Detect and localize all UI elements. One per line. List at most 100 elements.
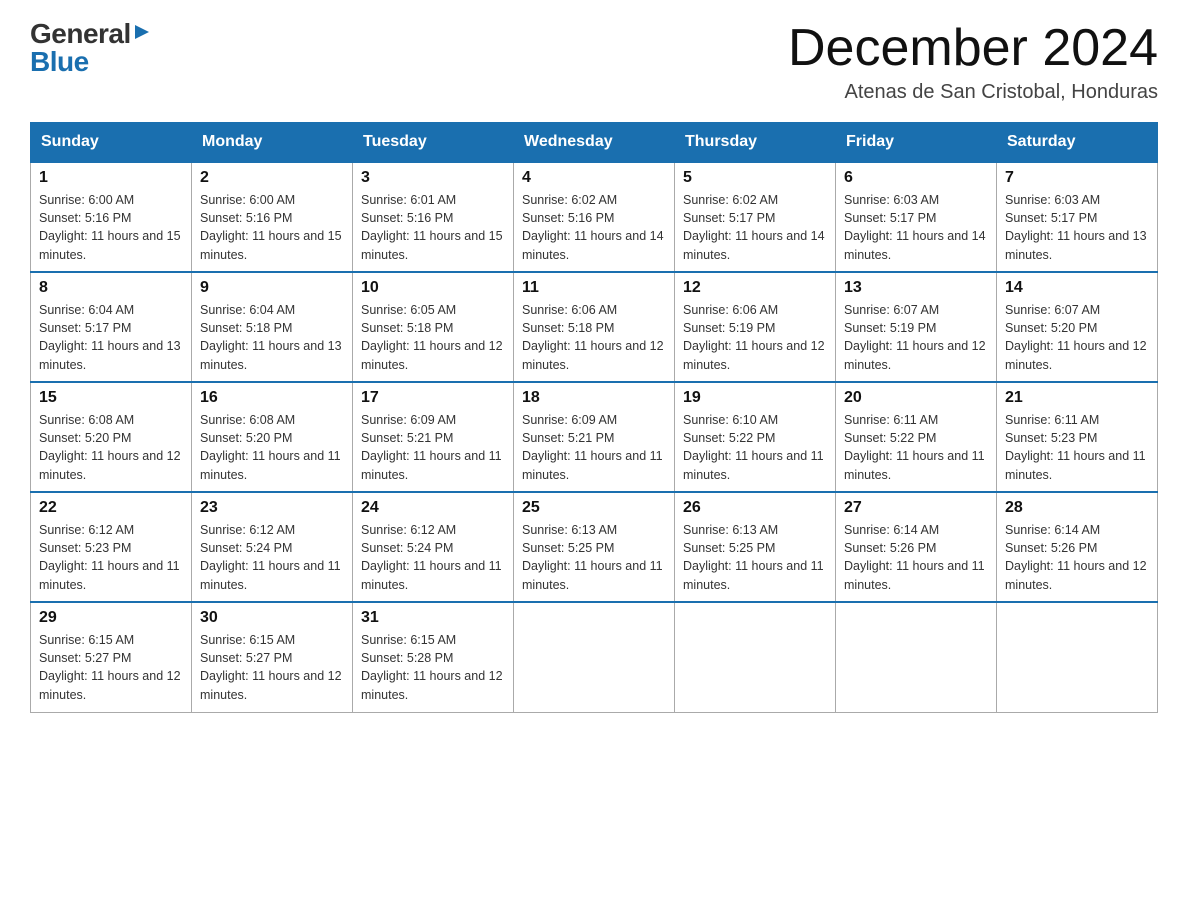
- weekday-header-saturday: Saturday: [997, 123, 1158, 163]
- day-number: 3: [361, 169, 505, 187]
- calendar-cell: [997, 602, 1158, 712]
- day-info: Sunrise: 6:02 AMSunset: 5:16 PMDaylight:…: [522, 193, 664, 261]
- day-info: Sunrise: 6:10 AMSunset: 5:22 PMDaylight:…: [683, 413, 824, 481]
- day-number: 21: [1005, 389, 1149, 407]
- calendar-cell: 31 Sunrise: 6:15 AMSunset: 5:28 PMDaylig…: [353, 602, 514, 712]
- day-info: Sunrise: 6:03 AMSunset: 5:17 PMDaylight:…: [1005, 193, 1147, 261]
- calendar-cell: 11 Sunrise: 6:06 AMSunset: 5:18 PMDaylig…: [514, 272, 675, 382]
- day-info: Sunrise: 6:14 AMSunset: 5:26 PMDaylight:…: [1005, 523, 1147, 591]
- calendar-cell: 18 Sunrise: 6:09 AMSunset: 5:21 PMDaylig…: [514, 382, 675, 492]
- day-info: Sunrise: 6:13 AMSunset: 5:25 PMDaylight:…: [522, 523, 663, 591]
- calendar-cell: 22 Sunrise: 6:12 AMSunset: 5:23 PMDaylig…: [31, 492, 192, 602]
- day-info: Sunrise: 6:02 AMSunset: 5:17 PMDaylight:…: [683, 193, 825, 261]
- logo: General Blue: [30, 20, 151, 76]
- calendar-cell: 29 Sunrise: 6:15 AMSunset: 5:27 PMDaylig…: [31, 602, 192, 712]
- weekday-header-tuesday: Tuesday: [353, 123, 514, 163]
- day-number: 19: [683, 389, 827, 407]
- logo-blue-text: Blue: [30, 46, 89, 77]
- weekday-header-wednesday: Wednesday: [514, 123, 675, 163]
- day-number: 10: [361, 279, 505, 297]
- calendar-cell: 1 Sunrise: 6:00 AMSunset: 5:16 PMDayligh…: [31, 162, 192, 272]
- day-info: Sunrise: 6:04 AMSunset: 5:17 PMDaylight:…: [39, 303, 181, 371]
- week-row-2: 8 Sunrise: 6:04 AMSunset: 5:17 PMDayligh…: [31, 272, 1158, 382]
- day-info: Sunrise: 6:06 AMSunset: 5:18 PMDaylight:…: [522, 303, 664, 371]
- calendar-cell: 14 Sunrise: 6:07 AMSunset: 5:20 PMDaylig…: [997, 272, 1158, 382]
- day-info: Sunrise: 6:08 AMSunset: 5:20 PMDaylight:…: [39, 413, 181, 481]
- day-info: Sunrise: 6:15 AMSunset: 5:28 PMDaylight:…: [361, 633, 503, 701]
- calendar-cell: 24 Sunrise: 6:12 AMSunset: 5:24 PMDaylig…: [353, 492, 514, 602]
- calendar-cell: 8 Sunrise: 6:04 AMSunset: 5:17 PMDayligh…: [31, 272, 192, 382]
- day-number: 29: [39, 609, 183, 627]
- calendar-table: SundayMondayTuesdayWednesdayThursdayFrid…: [30, 122, 1158, 713]
- calendar-cell: 4 Sunrise: 6:02 AMSunset: 5:16 PMDayligh…: [514, 162, 675, 272]
- calendar-cell: 20 Sunrise: 6:11 AMSunset: 5:22 PMDaylig…: [836, 382, 997, 492]
- day-number: 9: [200, 279, 344, 297]
- weekday-header-sunday: Sunday: [31, 123, 192, 163]
- day-info: Sunrise: 6:11 AMSunset: 5:22 PMDaylight:…: [844, 413, 985, 481]
- day-number: 27: [844, 499, 988, 517]
- day-info: Sunrise: 6:00 AMSunset: 5:16 PMDaylight:…: [200, 193, 342, 261]
- calendar-cell: 12 Sunrise: 6:06 AMSunset: 5:19 PMDaylig…: [675, 272, 836, 382]
- calendar-cell: 27 Sunrise: 6:14 AMSunset: 5:26 PMDaylig…: [836, 492, 997, 602]
- day-info: Sunrise: 6:01 AMSunset: 5:16 PMDaylight:…: [361, 193, 503, 261]
- day-info: Sunrise: 6:08 AMSunset: 5:20 PMDaylight:…: [200, 413, 341, 481]
- day-number: 17: [361, 389, 505, 407]
- day-info: Sunrise: 6:12 AMSunset: 5:23 PMDaylight:…: [39, 523, 180, 591]
- day-number: 23: [200, 499, 344, 517]
- calendar-cell: 21 Sunrise: 6:11 AMSunset: 5:23 PMDaylig…: [997, 382, 1158, 492]
- calendar-cell: 23 Sunrise: 6:12 AMSunset: 5:24 PMDaylig…: [192, 492, 353, 602]
- calendar-cell: [514, 602, 675, 712]
- day-info: Sunrise: 6:12 AMSunset: 5:24 PMDaylight:…: [361, 523, 502, 591]
- day-number: 14: [1005, 279, 1149, 297]
- day-number: 4: [522, 169, 666, 187]
- day-number: 20: [844, 389, 988, 407]
- logo-triangle-icon: [133, 23, 151, 41]
- calendar-cell: 10 Sunrise: 6:05 AMSunset: 5:18 PMDaylig…: [353, 272, 514, 382]
- day-info: Sunrise: 6:11 AMSunset: 5:23 PMDaylight:…: [1005, 413, 1146, 481]
- day-info: Sunrise: 6:12 AMSunset: 5:24 PMDaylight:…: [200, 523, 341, 591]
- day-info: Sunrise: 6:05 AMSunset: 5:18 PMDaylight:…: [361, 303, 503, 371]
- day-number: 16: [200, 389, 344, 407]
- day-number: 11: [522, 279, 666, 297]
- calendar-cell: 7 Sunrise: 6:03 AMSunset: 5:17 PMDayligh…: [997, 162, 1158, 272]
- day-number: 31: [361, 609, 505, 627]
- calendar-cell: 15 Sunrise: 6:08 AMSunset: 5:20 PMDaylig…: [31, 382, 192, 492]
- weekday-header-monday: Monday: [192, 123, 353, 163]
- day-number: 28: [1005, 499, 1149, 517]
- day-number: 25: [522, 499, 666, 517]
- logo-general-text: General: [30, 20, 131, 48]
- weekday-header-row: SundayMondayTuesdayWednesdayThursdayFrid…: [31, 123, 1158, 163]
- day-info: Sunrise: 6:09 AMSunset: 5:21 PMDaylight:…: [522, 413, 663, 481]
- location-subtitle: Atenas de San Cristobal, Honduras: [788, 81, 1158, 104]
- week-row-1: 1 Sunrise: 6:00 AMSunset: 5:16 PMDayligh…: [31, 162, 1158, 272]
- calendar-cell: 13 Sunrise: 6:07 AMSunset: 5:19 PMDaylig…: [836, 272, 997, 382]
- weekday-header-friday: Friday: [836, 123, 997, 163]
- day-info: Sunrise: 6:07 AMSunset: 5:20 PMDaylight:…: [1005, 303, 1147, 371]
- calendar-cell: 2 Sunrise: 6:00 AMSunset: 5:16 PMDayligh…: [192, 162, 353, 272]
- day-number: 2: [200, 169, 344, 187]
- weekday-header-thursday: Thursday: [675, 123, 836, 163]
- day-number: 15: [39, 389, 183, 407]
- day-number: 13: [844, 279, 988, 297]
- calendar-cell: 19 Sunrise: 6:10 AMSunset: 5:22 PMDaylig…: [675, 382, 836, 492]
- day-number: 1: [39, 169, 183, 187]
- calendar-cell: 28 Sunrise: 6:14 AMSunset: 5:26 PMDaylig…: [997, 492, 1158, 602]
- day-number: 30: [200, 609, 344, 627]
- day-info: Sunrise: 6:00 AMSunset: 5:16 PMDaylight:…: [39, 193, 181, 261]
- day-number: 24: [361, 499, 505, 517]
- calendar-cell: 6 Sunrise: 6:03 AMSunset: 5:17 PMDayligh…: [836, 162, 997, 272]
- day-info: Sunrise: 6:09 AMSunset: 5:21 PMDaylight:…: [361, 413, 502, 481]
- calendar-cell: 25 Sunrise: 6:13 AMSunset: 5:25 PMDaylig…: [514, 492, 675, 602]
- calendar-cell: 30 Sunrise: 6:15 AMSunset: 5:27 PMDaylig…: [192, 602, 353, 712]
- day-info: Sunrise: 6:06 AMSunset: 5:19 PMDaylight:…: [683, 303, 825, 371]
- calendar-cell: 17 Sunrise: 6:09 AMSunset: 5:21 PMDaylig…: [353, 382, 514, 492]
- month-title: December 2024: [788, 20, 1158, 77]
- week-row-5: 29 Sunrise: 6:15 AMSunset: 5:27 PMDaylig…: [31, 602, 1158, 712]
- day-info: Sunrise: 6:15 AMSunset: 5:27 PMDaylight:…: [39, 633, 181, 701]
- day-info: Sunrise: 6:14 AMSunset: 5:26 PMDaylight:…: [844, 523, 985, 591]
- day-info: Sunrise: 6:15 AMSunset: 5:27 PMDaylight:…: [200, 633, 342, 701]
- day-info: Sunrise: 6:13 AMSunset: 5:25 PMDaylight:…: [683, 523, 824, 591]
- day-number: 8: [39, 279, 183, 297]
- calendar-cell: 5 Sunrise: 6:02 AMSunset: 5:17 PMDayligh…: [675, 162, 836, 272]
- calendar-cell: 3 Sunrise: 6:01 AMSunset: 5:16 PMDayligh…: [353, 162, 514, 272]
